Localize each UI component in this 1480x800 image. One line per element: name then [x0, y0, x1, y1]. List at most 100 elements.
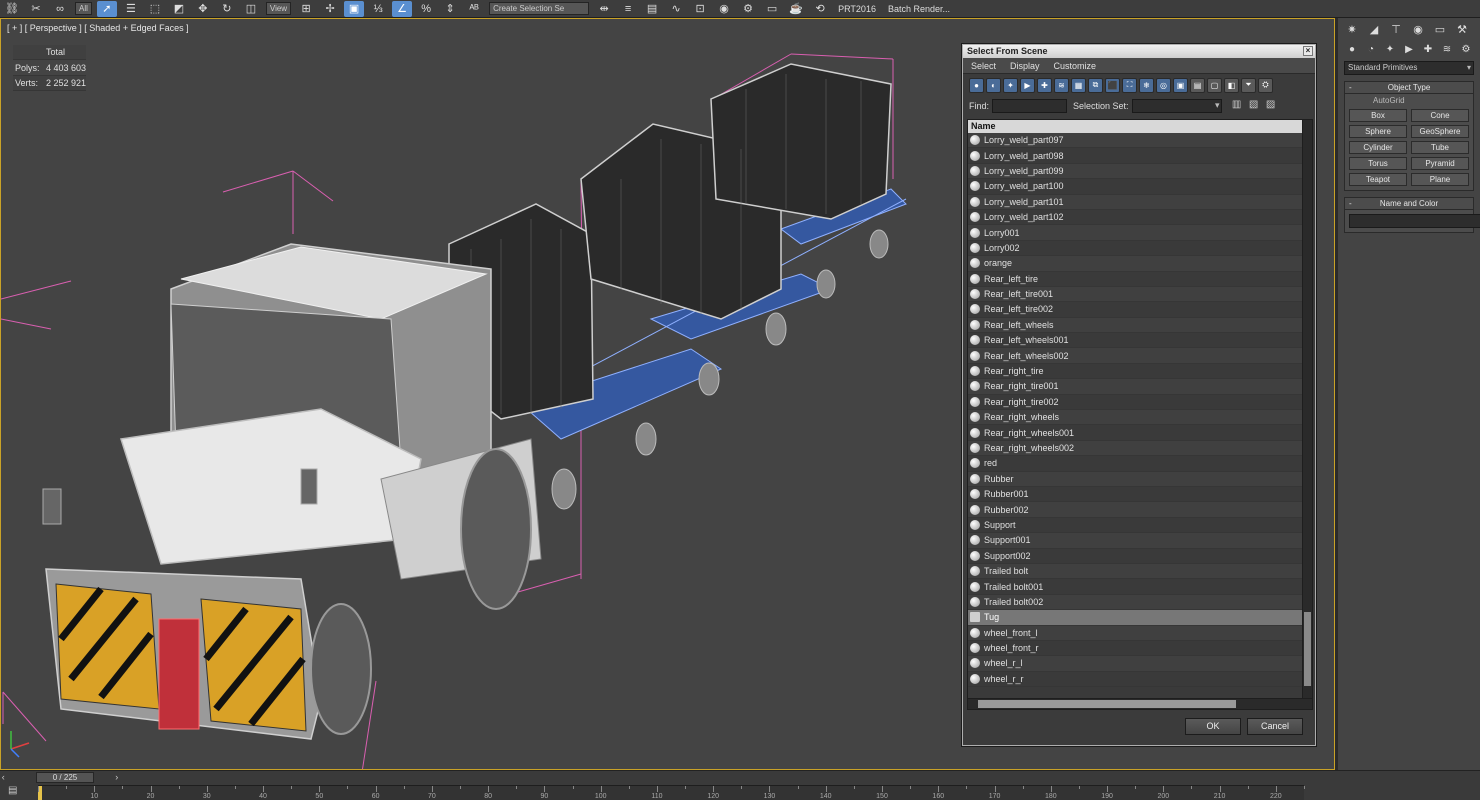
- shapes-icon[interactable]: ◔: [1363, 42, 1379, 56]
- display-groups-icon[interactable]: ▦: [1071, 77, 1086, 93]
- vertical-scrollbar[interactable]: [1302, 120, 1312, 698]
- display-spacewarps-icon[interactable]: ≋: [1054, 77, 1069, 93]
- layer-manager-icon[interactable]: ▤: [642, 1, 662, 17]
- pivot-point-icon[interactable]: ⊞: [296, 1, 316, 17]
- display-bones-icon[interactable]: ⬛: [1105, 77, 1120, 93]
- horizontal-scrollbar[interactable]: [967, 698, 1313, 710]
- material-editor-icon[interactable]: ◉: [714, 1, 734, 17]
- render-production-icon[interactable]: ☕: [786, 1, 806, 17]
- spinner-snap-icon[interactable]: ⇕: [440, 1, 460, 17]
- select-none-icon[interactable]: ▢: [1207, 77, 1222, 93]
- list-item[interactable]: Lorry_weld_part098: [968, 148, 1312, 164]
- utilities-tab-icon[interactable]: ⚒: [1452, 20, 1472, 38]
- display-cameras-icon[interactable]: ▶: [1020, 77, 1035, 93]
- display-lights-icon[interactable]: ✦: [1003, 77, 1018, 93]
- list-item[interactable]: Rear_right_tire001: [968, 379, 1312, 395]
- render-iterative-icon[interactable]: ⟲: [810, 1, 830, 17]
- list-item[interactable]: red: [968, 456, 1312, 472]
- create-tab-icon[interactable]: ✷: [1342, 20, 1362, 38]
- hierarchy-view-icon[interactable]: ▧: [1247, 99, 1261, 113]
- display-all-icon[interactable]: ▣: [1173, 77, 1188, 93]
- display-containers-icon[interactable]: ⛶: [1122, 77, 1137, 93]
- snaps-toggle-icon[interactable]: ⅓: [368, 1, 388, 17]
- select-invert-icon[interactable]: ◧: [1224, 77, 1239, 93]
- hierarchy-tab-icon[interactable]: ⊤: [1386, 20, 1406, 38]
- layer-view-icon[interactable]: ▨: [1264, 99, 1278, 113]
- list-item[interactable]: Lorry_weld_part102: [968, 210, 1312, 226]
- mirror-icon[interactable]: ⇹: [594, 1, 614, 17]
- list-item[interactable]: Lorry_weld_part101: [968, 194, 1312, 210]
- list-item[interactable]: Lorry_weld_part100: [968, 179, 1312, 195]
- selection-filter-dropdown[interactable]: All: [75, 2, 92, 15]
- select-object-icon[interactable]: ➚: [96, 0, 117, 17]
- spacewarps-icon[interactable]: ≋: [1439, 42, 1455, 56]
- batch-render-button[interactable]: Batch Render...: [888, 4, 950, 14]
- list-item[interactable]: Support001: [968, 533, 1312, 549]
- list-item[interactable]: Rear_left_tire002: [968, 302, 1312, 318]
- scene-object-list[interactable]: Name Lorry_weld_part097 Lorry_weld_part09…: [967, 119, 1313, 699]
- cameras-icon[interactable]: ▶: [1401, 42, 1417, 56]
- list-item[interactable]: Trailed bolt002: [968, 594, 1312, 611]
- display-shapes-icon[interactable]: ◐: [986, 77, 1001, 93]
- list-item[interactable]: Rear_left_wheels001: [968, 333, 1312, 349]
- unlink-icon[interactable]: ✂: [26, 1, 46, 17]
- display-frozen-icon[interactable]: ❄: [1139, 77, 1154, 93]
- rendered-frame-icon[interactable]: ▭: [762, 1, 782, 17]
- window-crossing-icon[interactable]: ◩: [169, 1, 189, 17]
- keyboard-shortcut-override-icon[interactable]: ▣: [344, 0, 365, 17]
- render-setup-icon[interactable]: ⚙: [738, 1, 758, 17]
- list-item[interactable]: Rear_left_tire: [968, 272, 1312, 287]
- rectangular-selection-icon[interactable]: ⬚: [145, 1, 165, 17]
- primitive-cone-button[interactable]: Cone: [1411, 109, 1469, 122]
- list-item[interactable]: Rear_right_wheels: [968, 410, 1312, 426]
- object-name-input[interactable]: [1349, 214, 1480, 228]
- time-next-icon[interactable]: ›: [114, 772, 120, 782]
- primitive-tube-button[interactable]: Tube: [1411, 141, 1469, 154]
- horizontal-scroll-thumb[interactable]: [978, 700, 1236, 708]
- name-color-title[interactable]: Name and Color: [1345, 198, 1473, 210]
- list-item[interactable]: wheel_front_r: [968, 641, 1312, 657]
- filter-settings-icon[interactable]: ⛭: [1258, 77, 1273, 93]
- primitive-pyramid-button[interactable]: Pyramid: [1411, 157, 1469, 170]
- list-item[interactable]: Rear_left_wheels002: [968, 348, 1312, 364]
- primitive-plane-button[interactable]: Plane: [1411, 173, 1469, 186]
- list-item[interactable]: Lorry002: [968, 241, 1312, 257]
- menu-customize[interactable]: Customize: [1054, 61, 1097, 71]
- helpers-icon[interactable]: ✚: [1420, 42, 1436, 56]
- menu-select[interactable]: Select: [971, 61, 996, 71]
- primitive-torus-button[interactable]: Torus: [1349, 157, 1407, 170]
- curve-editor-icon[interactable]: ∿: [666, 1, 686, 17]
- display-xrefs-icon[interactable]: ⧉: [1088, 77, 1103, 93]
- time-slider[interactable]: ‹ 0 / 225 ›: [0, 771, 120, 783]
- select-by-name-icon[interactable]: ☰: [121, 1, 141, 17]
- cancel-button[interactable]: Cancel: [1247, 718, 1303, 735]
- list-item[interactable]: Trailed bolt: [968, 563, 1312, 580]
- list-item[interactable]: orange: [968, 256, 1312, 272]
- select-manipulate-icon[interactable]: ✢: [320, 1, 340, 17]
- list-item[interactable]: Support002: [968, 549, 1312, 564]
- motion-tab-icon[interactable]: ◉: [1408, 20, 1428, 38]
- systems-icon[interactable]: ⚙: [1458, 42, 1474, 56]
- close-icon[interactable]: ×: [1303, 46, 1313, 56]
- list-item[interactable]: Rear_right_tire: [968, 364, 1312, 380]
- link-icon[interactable]: ⛓: [2, 1, 22, 17]
- column-header-name[interactable]: Name: [968, 120, 1312, 133]
- primitive-category-dropdown[interactable]: Standard Primitives: [1344, 61, 1474, 75]
- list-item[interactable]: Rubber002: [968, 502, 1312, 518]
- percent-snap-icon[interactable]: %: [416, 1, 436, 17]
- select-scale-icon[interactable]: ◫: [241, 1, 261, 17]
- dialog-title-bar[interactable]: Select From Scene ×: [963, 45, 1315, 58]
- list-item[interactable]: Rear_left_wheels: [968, 317, 1312, 334]
- display-helpers-icon[interactable]: ✚: [1037, 77, 1052, 93]
- list-item[interactable]: Lorry_weld_part097: [968, 133, 1312, 149]
- autogrid-checkbox[interactable]: AutoGrid: [1345, 94, 1473, 105]
- time-ruler[interactable]: 10 20 30 40 50 60 70 80 90 100 110 120 130 140 150 160 1…: [38, 785, 1305, 800]
- viewport-label[interactable]: [ + ] [ Perspective ] [ Shaded + Edged F…: [7, 23, 189, 33]
- selection-set-dropdown[interactable]: [1131, 99, 1222, 113]
- list-item[interactable]: Rubber: [968, 471, 1312, 487]
- list-item[interactable]: Rear_left_tire001: [968, 286, 1312, 303]
- schematic-view-icon[interactable]: ⊡: [690, 1, 710, 17]
- lights-icon[interactable]: ✦: [1382, 42, 1398, 56]
- track-bar-icon[interactable]: ▤: [8, 785, 17, 796]
- time-prev-icon[interactable]: ‹: [0, 772, 6, 782]
